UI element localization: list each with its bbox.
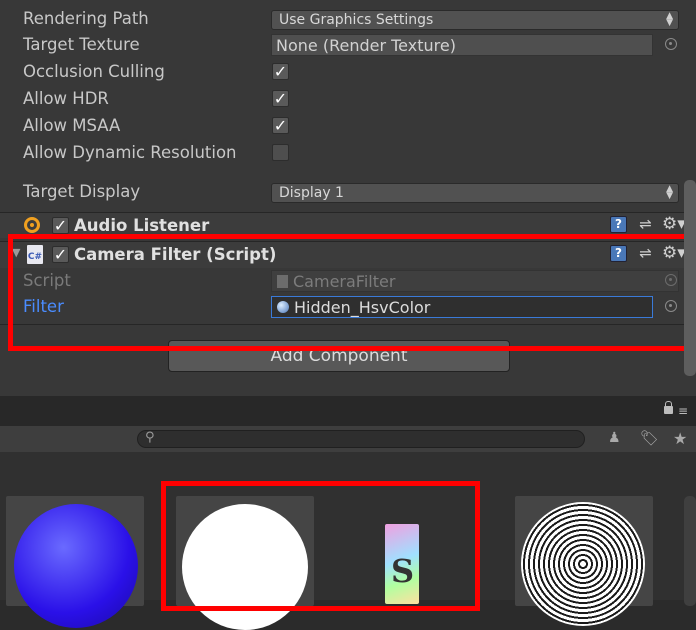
allow-hdr-checkbox[interactable]: ✓	[272, 90, 289, 107]
filter-by-label-icon[interactable]: 🏷	[640, 429, 659, 447]
assets-scrollbar[interactable]	[684, 496, 696, 606]
highlight-box	[161, 481, 480, 611]
highlight-box	[8, 234, 694, 351]
allow-hdr-row: Allow HDR ✓	[0, 86, 696, 113]
lock-icon[interactable]	[664, 401, 673, 414]
target-display-row: Target Display Display 1 ▲ ▼	[0, 179, 696, 206]
project-assets-grid: S	[0, 452, 696, 630]
rendering-path-value: Use Graphics Settings	[279, 12, 434, 28]
occlusion-culling-checkbox[interactable]: ✓	[272, 63, 289, 80]
asset-tile-blue-material[interactable]	[6, 496, 144, 628]
target-texture-label: Target Texture	[23, 35, 140, 54]
audio-listener-title: Audio Listener	[74, 216, 210, 235]
blue-sphere-preview	[14, 504, 138, 628]
allow-dynamic-resolution-label: Allow Dynamic Resolution	[23, 143, 237, 162]
allow-dynamic-resolution-checkbox[interactable]	[272, 144, 289, 161]
dropdown-arrows-icon: ▲ ▼	[666, 11, 673, 28]
pattern-sphere-preview	[521, 502, 645, 626]
inspector-scrollbar[interactable]	[684, 180, 696, 376]
filter-by-type-icon[interactable]: ♟	[608, 430, 621, 446]
search-input[interactable]: ⚲	[137, 430, 585, 448]
inspector-panel: Rendering Path Use Graphics Settings ▲ ▼ …	[0, 0, 696, 396]
project-tab-bar: ≡	[0, 396, 696, 426]
search-icon: ⚲	[145, 430, 155, 445]
occlusion-culling-row: Occlusion Culling ✓	[0, 59, 696, 86]
target-display-value: Display 1	[279, 185, 344, 201]
allow-dynamic-resolution-row: Allow Dynamic Resolution	[0, 140, 696, 167]
project-toolbar: ⚲ ♟ 🏷 ★	[0, 426, 696, 453]
allow-msaa-label: Allow MSAA	[23, 116, 121, 135]
allow-msaa-checkbox[interactable]: ✓	[272, 117, 289, 134]
rendering-path-row: Rendering Path Use Graphics Settings ▲ ▼	[0, 5, 696, 32]
rendering-path-label: Rendering Path	[23, 9, 149, 28]
target-texture-row: Target Texture None (Render Texture)	[0, 32, 696, 59]
allow-hdr-label: Allow HDR	[23, 89, 109, 108]
favorite-star-icon[interactable]: ★	[673, 429, 687, 448]
allow-msaa-row: Allow MSAA ✓	[0, 113, 696, 140]
help-book-icon[interactable]: ?	[610, 216, 627, 233]
occlusion-culling-label: Occlusion Culling	[23, 62, 165, 81]
target-display-label: Target Display	[23, 182, 141, 201]
rendering-path-dropdown[interactable]: Use Graphics Settings ▲ ▼	[271, 10, 679, 30]
audio-listener-enable-checkbox[interactable]: ✓	[52, 217, 69, 234]
target-texture-value: None (Render Texture)	[276, 36, 456, 55]
target-display-dropdown[interactable]: Display 1 ▲ ▼	[271, 183, 679, 203]
asset-tile-pattern-material[interactable]	[515, 496, 653, 626]
menu-icon[interactable]: ≡	[678, 404, 688, 418]
presets-icon[interactable]: ⇌	[637, 216, 654, 233]
dropdown-arrows-icon: ▲ ▼	[666, 184, 673, 201]
audio-listener-icon	[24, 217, 40, 233]
gear-icon[interactable]: ⚙▾	[662, 216, 686, 233]
object-picker-icon[interactable]	[665, 38, 677, 50]
target-texture-field[interactable]: None (Render Texture)	[271, 34, 653, 56]
